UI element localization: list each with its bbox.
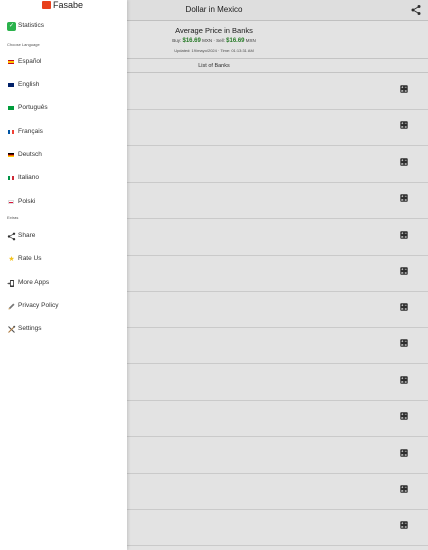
section-extras: Extras (7, 215, 19, 220)
menu-item-statistics-label: Statistics (18, 22, 45, 29)
language-label: English (18, 81, 40, 88)
language-item-deutsch[interactable]: Deutsch (0, 148, 127, 166)
language-item-italiano[interactable]: Italiano (0, 171, 127, 189)
brand-logo: Fasabe (42, 0, 83, 10)
section-choose-language: Choose Language (7, 42, 40, 47)
italy-flag-icon (8, 176, 14, 180)
brand-logo-icon (42, 1, 51, 9)
menu-item-more-apps-label: More Apps (18, 279, 50, 286)
brand-name: Fasabe (53, 0, 84, 10)
uk-flag-icon (8, 83, 14, 87)
language-item-polski[interactable]: Polski (0, 195, 127, 213)
germany-flag-icon (8, 153, 14, 157)
language-label: Italiano (18, 174, 39, 181)
language-item-francais[interactable]: Français (0, 125, 127, 143)
tools-icon (8, 325, 16, 333)
menu-item-settings-label: Settings (18, 325, 42, 332)
menu-item-statistics[interactable]: ✓ Statistics (0, 19, 127, 37)
star-icon: ★ (8, 256, 15, 263)
menu-item-rate-us-label: Rate Us (18, 255, 42, 262)
language-label: Español (18, 58, 42, 65)
france-flag-icon (8, 130, 14, 134)
language-label: Português (18, 104, 48, 111)
language-label: Deutsch (18, 151, 42, 158)
spain-flag-icon (8, 60, 14, 64)
language-item-english[interactable]: English (0, 78, 127, 96)
language-item-espanol[interactable]: Español (0, 55, 127, 73)
more-apps-icon (7, 280, 14, 287)
language-label: Français (18, 128, 43, 135)
menu-item-settings[interactable]: Settings (0, 322, 127, 340)
share-icon (7, 232, 16, 241)
menu-item-share-label: Share (18, 232, 36, 239)
navigation-drawer: Fasabe ✓ Statistics Choose Language Espa… (0, 0, 127, 550)
menu-item-share[interactable]: Share (0, 229, 127, 247)
language-label: Polski (18, 198, 36, 205)
menu-item-rate-us[interactable]: ★ Rate Us (0, 252, 127, 270)
menu-item-more-apps[interactable]: More Apps (0, 276, 127, 294)
statistics-icon: ✓ (7, 22, 16, 31)
poland-flag-icon (8, 200, 14, 204)
language-item-portugues[interactable]: Português (0, 101, 127, 119)
menu-item-privacy-policy-label: Privacy Policy (18, 302, 59, 309)
menu-item-privacy-policy[interactable]: Privacy Policy (0, 299, 127, 317)
brazil-flag-icon (8, 106, 14, 110)
pencil-icon (8, 303, 15, 310)
